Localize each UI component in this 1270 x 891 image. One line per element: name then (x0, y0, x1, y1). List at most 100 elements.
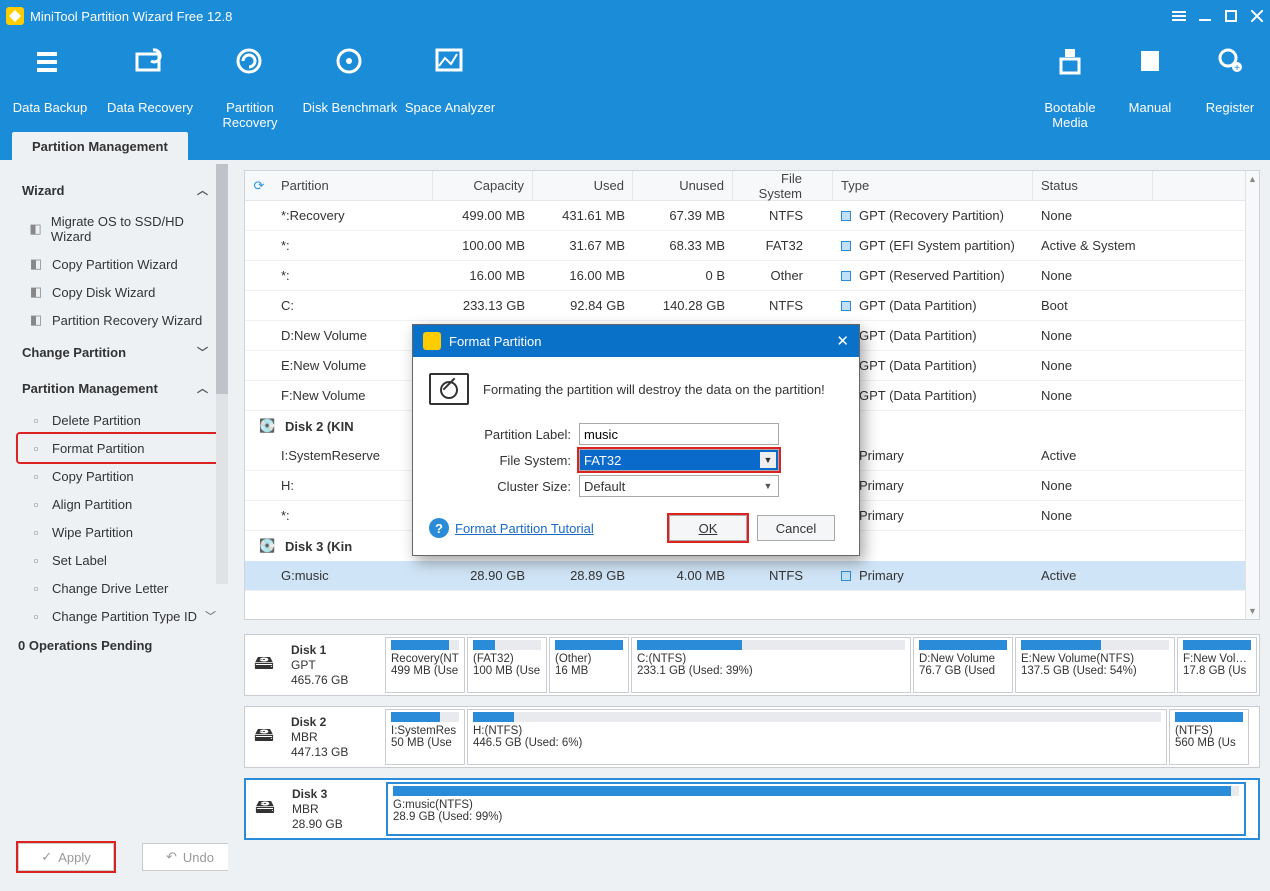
cell-type: Primary (833, 568, 1033, 583)
maximize-icon[interactable] (1224, 9, 1238, 23)
partition-block[interactable]: Recovery(NT499 MB (Use (385, 637, 465, 693)
action-icon: ▫ (28, 468, 44, 484)
partition-name: I:SystemRes (391, 725, 459, 737)
cell-status: Active (1033, 448, 1153, 463)
ribbon-icon (1110, 40, 1190, 82)
close-icon[interactable] (1250, 9, 1264, 23)
col-status[interactable]: Status (1033, 171, 1153, 200)
ribbon-label: Register (1190, 82, 1270, 115)
sidebar-section-change-partition[interactable]: Change Partition ﹀ (18, 334, 222, 370)
sidebar-item-partition-recovery-wizard[interactable]: ◧Partition Recovery Wizard (18, 306, 222, 334)
ribbon-disk-benchmark[interactable]: Disk Benchmark (300, 40, 400, 132)
cell-type: GPT (Recovery Partition) (833, 208, 1033, 223)
sidebar-item-set-label[interactable]: ▫Set Label (18, 546, 222, 574)
cell-unused: 4.00 MB (633, 568, 733, 583)
disk-name: Disk 1 (291, 643, 375, 657)
sidebar-item-label: Copy Disk Wizard (52, 285, 155, 300)
partition-usage: 446.5 GB (Used: 6%) (473, 737, 1161, 749)
sidebar-item-align-partition[interactable]: ▫Align Partition (18, 490, 222, 518)
partition-block[interactable]: H:(NTFS)446.5 GB (Used: 6%) (467, 709, 1167, 765)
table-row[interactable]: G:music28.90 GB28.89 GB4.00 MBNTFSPrimar… (245, 561, 1259, 591)
sidebar-item-copy-partition[interactable]: ▫Copy Partition (18, 462, 222, 490)
cell-status: None (1033, 388, 1153, 403)
sidebar-item-label: Format Partition (52, 441, 144, 456)
filesystem-dropdown[interactable]: FAT32 ▼ (579, 449, 779, 471)
col-filesystem[interactable]: File System (733, 171, 833, 200)
sidebar-item-change-partition-type-id[interactable]: ▫Change Partition Type ID﹀ (18, 602, 222, 630)
partition-block[interactable]: C:(NTFS)233.1 GB (Used: 39%) (631, 637, 911, 693)
undo-button[interactable]: ↶ Undo (142, 843, 228, 871)
ribbon-register[interactable]: +Register (1190, 40, 1270, 132)
action-icon: ▫ (28, 608, 44, 624)
table-row[interactable]: *:16.00 MB16.00 MB0 BOtherGPT (Reserved … (245, 261, 1259, 291)
ribbon-bootable-media[interactable]: Bootable Media (1030, 40, 1110, 132)
minimize-icon[interactable] (1198, 9, 1212, 23)
sidebar-item-copy-disk-wizard[interactable]: ◧Copy Disk Wizard (18, 278, 222, 306)
col-partition[interactable]: Partition (273, 171, 433, 200)
disk-card[interactable]: 🖴Disk 3MBR28.90 GBG:music(NTFS)28.9 GB (… (244, 778, 1260, 840)
col-type[interactable]: Type (833, 171, 1033, 200)
sidebar-item-delete-partition[interactable]: ▫Delete Partition (18, 406, 222, 434)
partition-block[interactable]: G:music(NTFS)28.9 GB (Used: 99%) (386, 782, 1246, 836)
partition-usage: 233.1 GB (Used: 39%) (637, 665, 905, 677)
ribbon-partition-recovery[interactable]: Partition Recovery (200, 40, 300, 132)
help-icon[interactable]: ? (429, 518, 449, 538)
scroll-down-icon[interactable]: ▼ (1246, 603, 1259, 619)
tab-partition-management[interactable]: Partition Management (12, 132, 188, 161)
cell-status: None (1033, 508, 1153, 523)
partition-block[interactable]: F:New Volum17.8 GB (Us (1177, 637, 1257, 693)
titlebar: MiniTool Partition Wizard Free 12.8 (0, 0, 1270, 32)
cell-status: None (1033, 208, 1153, 223)
partition-block[interactable]: (Other)16 MB (549, 637, 629, 693)
sidebar-item-copy-partition-wizard[interactable]: ◧Copy Partition Wizard (18, 250, 222, 278)
col-capacity[interactable]: Capacity (433, 171, 533, 200)
table-scrollbar[interactable]: ▲ ▼ (1245, 171, 1259, 619)
sidebar-scrollbar-thumb[interactable] (216, 164, 228, 394)
sidebar-item-wipe-partition[interactable]: ▫Wipe Partition (18, 518, 222, 546)
partition-name: Recovery(NT (391, 653, 459, 665)
ribbon-icon (0, 40, 100, 82)
table-row[interactable]: *:100.00 MB31.67 MB68.33 MBFAT32GPT (EFI… (245, 231, 1259, 261)
ok-button[interactable]: OK (669, 515, 747, 541)
partition-usage: 17.8 GB (Us (1183, 665, 1251, 677)
col-unused[interactable]: Unused (633, 171, 733, 200)
sidebar-item-migrate-os-to-ssd-hd-wizard[interactable]: ◧Migrate OS to SSD/HD Wizard (18, 208, 222, 250)
scroll-up-icon[interactable]: ▲ (1246, 171, 1259, 187)
partition-block[interactable]: (FAT32)100 MB (Use (467, 637, 547, 693)
partition-block[interactable]: I:SystemRes50 MB (Use (385, 709, 465, 765)
tutorial-link[interactable]: Format Partition Tutorial (455, 521, 594, 536)
table-row[interactable]: C:233.13 GB92.84 GB140.28 GBNTFSGPT (Dat… (245, 291, 1259, 321)
table-row[interactable]: *:Recovery499.00 MB431.61 MB67.39 MBNTFS… (245, 201, 1259, 231)
partition-block[interactable]: E:New Volume(NTFS)137.5 GB (Used: 54%) (1015, 637, 1175, 693)
partition-block[interactable]: (NTFS)560 MB (Us (1169, 709, 1249, 765)
disk-card[interactable]: 🖴Disk 1GPT465.76 GBRecovery(NT499 MB (Us… (244, 634, 1260, 696)
disk-icon: 🖴 (245, 707, 283, 767)
cluster-size-dropdown[interactable]: Default ▼ (579, 475, 779, 497)
operations-pending: 0 Operations Pending (18, 630, 222, 653)
partition-block[interactable]: D:New Volume76.7 GB (Used (913, 637, 1013, 693)
sidebar-section-partition-management[interactable]: Partition Management ︿ (18, 370, 222, 406)
dialog-titlebar[interactable]: Format Partition ✕ (413, 325, 859, 357)
ribbon-manual[interactable]: Manual (1110, 40, 1190, 132)
col-used[interactable]: Used (533, 171, 633, 200)
refresh-icon[interactable]: ⟳ (245, 178, 273, 194)
cancel-button[interactable]: Cancel (757, 515, 835, 541)
sidebar-item-label: Change Drive Letter (52, 581, 168, 596)
sidebar-item-change-drive-letter[interactable]: ▫Change Drive Letter (18, 574, 222, 602)
dialog-close-icon[interactable]: ✕ (836, 332, 849, 350)
ribbon-data-backup[interactable]: Data Backup (0, 40, 100, 132)
ribbon-space-analyzer[interactable]: Space Analyzer (400, 40, 500, 132)
partition-label-input[interactable] (579, 423, 779, 445)
usage-bar (391, 712, 459, 722)
ribbon-data-recovery[interactable]: Data Recovery (100, 40, 200, 132)
ribbon-icon (400, 40, 500, 82)
ribbon-icon (300, 40, 400, 82)
menu-icon[interactable] (1172, 9, 1186, 23)
apply-button[interactable]: ✓ Apply (18, 843, 114, 871)
ribbon-icon (100, 40, 200, 82)
sidebar-section-wizard[interactable]: Wizard ︿ (18, 172, 222, 208)
disk-card[interactable]: 🖴Disk 2MBR447.13 GBI:SystemRes50 MB (Use… (244, 706, 1260, 768)
sidebar-item-format-partition[interactable]: ▫Format Partition (18, 434, 222, 462)
disk-info: Disk 3MBR28.90 GB (284, 780, 384, 838)
cell-status: Boot (1033, 298, 1153, 313)
